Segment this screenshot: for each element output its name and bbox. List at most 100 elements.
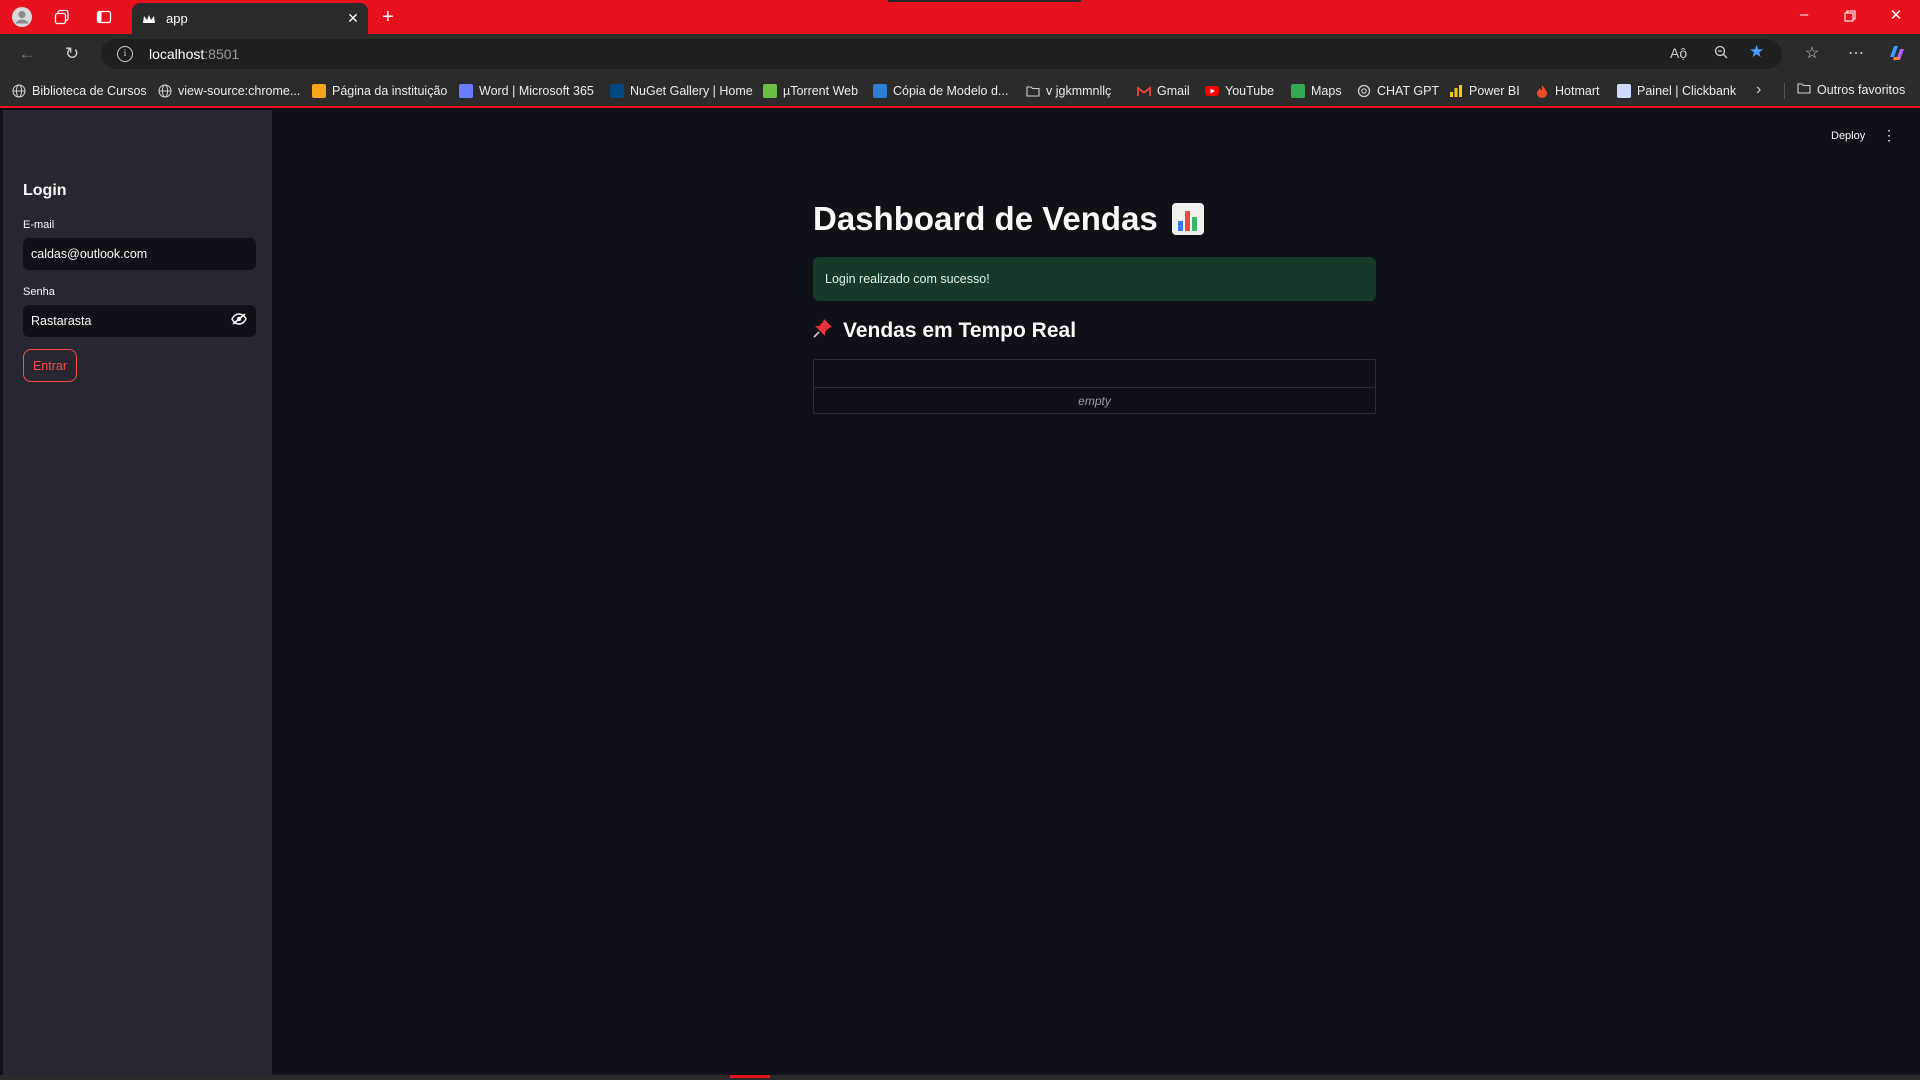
bookmark-item[interactable]: Power BI (1449, 82, 1520, 100)
tab-actions-icon[interactable] (93, 6, 115, 28)
login-heading: Login (23, 182, 67, 199)
favorites-icon[interactable]: ☆ (1801, 43, 1823, 63)
nuget-icon (610, 84, 624, 98)
main-menu-icon[interactable]: ⋮ (1882, 127, 1896, 144)
hide-password-icon[interactable] (230, 305, 248, 337)
other-bookmarks-label: Outros favoritos (1817, 82, 1906, 97)
bookmark-item[interactable]: NuGet Gallery | Home (610, 82, 753, 100)
bookmark-item[interactable]: Biblioteca de Cursos (12, 82, 147, 100)
favorite-star-icon[interactable]: ★ (1749, 42, 1764, 62)
pushpin-icon (813, 318, 833, 344)
password-field[interactable]: Rastarasta (23, 305, 256, 337)
copilot-icon[interactable] (1886, 43, 1908, 68)
bookmark-item[interactable]: Painel | Clickbank (1617, 82, 1736, 100)
window-bottom-edge (0, 1075, 1920, 1080)
success-message: Login realizado com sucesso! (825, 272, 990, 286)
bookmark-item[interactable]: YouTube (1205, 82, 1274, 100)
browser-tab-app[interactable]: app ✕ (132, 3, 368, 34)
site-info-icon[interactable]: i (117, 46, 133, 62)
bookmark-item[interactable]: view-source:chrome... (158, 82, 300, 100)
dataframe-empty-text: empty (1078, 394, 1111, 408)
email-value: caldas@outlook.com (31, 247, 148, 261)
other-bookmarks-folder[interactable]: Outros favoritos (1797, 82, 1905, 97)
new-tab-button[interactable]: + (382, 6, 394, 28)
bookmarks-divider (1784, 83, 1785, 99)
folder-icon (1797, 82, 1811, 97)
reload-icon[interactable]: ↻ (61, 43, 83, 65)
clickbank-icon (1617, 84, 1631, 98)
globe-icon (12, 84, 26, 98)
maps-icon (1291, 84, 1305, 98)
password-value: Rastarasta (31, 314, 92, 328)
bookmark-label: Hotmart (1555, 84, 1600, 98)
collections-icon[interactable] (51, 6, 73, 28)
minimize-icon[interactable]: – (1789, 6, 1819, 23)
taskbar-indicator (730, 1075, 770, 1078)
bookmark-item[interactable]: µTorrent Web (763, 82, 858, 100)
address-url[interactable]: localhost:8501 (149, 46, 239, 62)
bookmark-label: Maps (1311, 84, 1342, 98)
password-label: Senha (23, 286, 55, 298)
window-close-icon[interactable]: ✕ (1881, 6, 1911, 24)
bookmark-label: Página da instituição (332, 84, 448, 98)
more-bookmarks-icon[interactable]: › (1756, 81, 1761, 99)
bookmark-label: Biblioteca de Cursos (32, 84, 147, 98)
bookmark-label: Cópia de Modelo d... (893, 84, 1009, 98)
address-bar[interactable]: i localhost:8501 Aộ ★ (101, 39, 1782, 69)
titlebar-drag-region (888, 0, 1081, 2)
bookmark-item[interactable]: v jgkmmnllç (1026, 82, 1111, 100)
bookmark-label: NuGet Gallery | Home (630, 84, 753, 98)
url-port: :8501 (204, 46, 240, 62)
email-label: E-mail (23, 219, 55, 231)
bookmark-label: Painel | Clickbank (1637, 84, 1737, 98)
login-submit-button[interactable]: Entrar (23, 349, 77, 382)
bookmark-label: v jgkmmnllç (1046, 84, 1112, 98)
powerbi-icon (1449, 84, 1463, 98)
bookmark-label: Power BI (1469, 84, 1520, 98)
bookmark-item[interactable]: Hotmart (1535, 82, 1599, 100)
more-options-icon[interactable]: ⋯ (1845, 43, 1867, 63)
word-icon (873, 84, 887, 98)
folder-icon (1026, 84, 1040, 98)
section-heading: Vendas em Tempo Real (813, 318, 1076, 344)
bookmark-item[interactable]: CHAT GPT (1357, 82, 1439, 100)
page-icon (312, 84, 326, 98)
globe-icon (158, 84, 172, 98)
bookmark-label: µTorrent Web (783, 84, 859, 98)
bookmark-item[interactable]: Gmail (1137, 82, 1190, 100)
word365-icon (459, 84, 473, 98)
back-icon[interactable]: ← (16, 43, 38, 65)
bookmark-label: Word | Microsoft 365 (479, 84, 594, 98)
profile-icon[interactable] (11, 6, 33, 28)
bookmark-item[interactable]: Maps (1291, 82, 1342, 100)
url-host: localhost (149, 46, 205, 62)
bookmark-label: YouTube (1225, 84, 1275, 98)
page-title: Dashboard de Vendas (813, 200, 1204, 238)
bookmark-item[interactable]: Word | Microsoft 365 (459, 82, 594, 100)
chatgpt-icon (1357, 84, 1371, 98)
app-main: Deploy ⋮ Dashboard de Vendas Login reali… (272, 110, 1915, 1075)
browser-titlebar: app ✕ + – ✕ (0, 0, 1920, 34)
bookmarks-bar: › Outros favoritos Biblioteca de Cursos v… (0, 74, 1920, 108)
zoom-icon[interactable] (1714, 45, 1728, 62)
read-aloud-icon[interactable]: Aộ (1670, 45, 1687, 61)
dataframe-header (814, 360, 1375, 388)
bookmark-item[interactable]: Cópia de Modelo d... (873, 82, 1008, 100)
tab-title: app (166, 11, 188, 26)
email-field[interactable]: caldas@outlook.com (23, 238, 256, 270)
deploy-button[interactable]: Deploy (1831, 130, 1865, 142)
section-heading-text: Vendas em Tempo Real (843, 319, 1077, 342)
bar-chart-icon (1171, 203, 1204, 235)
sales-dataframe[interactable]: empty (813, 359, 1376, 414)
bookmark-item[interactable]: Página da instituição (312, 82, 447, 100)
bookmark-label: view-source:chrome... (178, 84, 301, 98)
app-sidebar: Login E-mail caldas@outlook.com Senha Ra… (3, 110, 272, 1075)
browser-toolbar: ← ↻ i localhost:8501 Aộ ★ ☆ ⋯ (0, 34, 1920, 74)
restore-icon[interactable] (1835, 6, 1865, 26)
youtube-icon (1205, 84, 1219, 98)
gmail-icon (1137, 84, 1151, 98)
bookmark-label: CHAT GPT (1377, 84, 1440, 98)
hotmart-icon (1535, 84, 1549, 98)
page-title-text: Dashboard de Vendas (813, 200, 1158, 237)
tab-close-icon[interactable]: ✕ (342, 10, 364, 27)
